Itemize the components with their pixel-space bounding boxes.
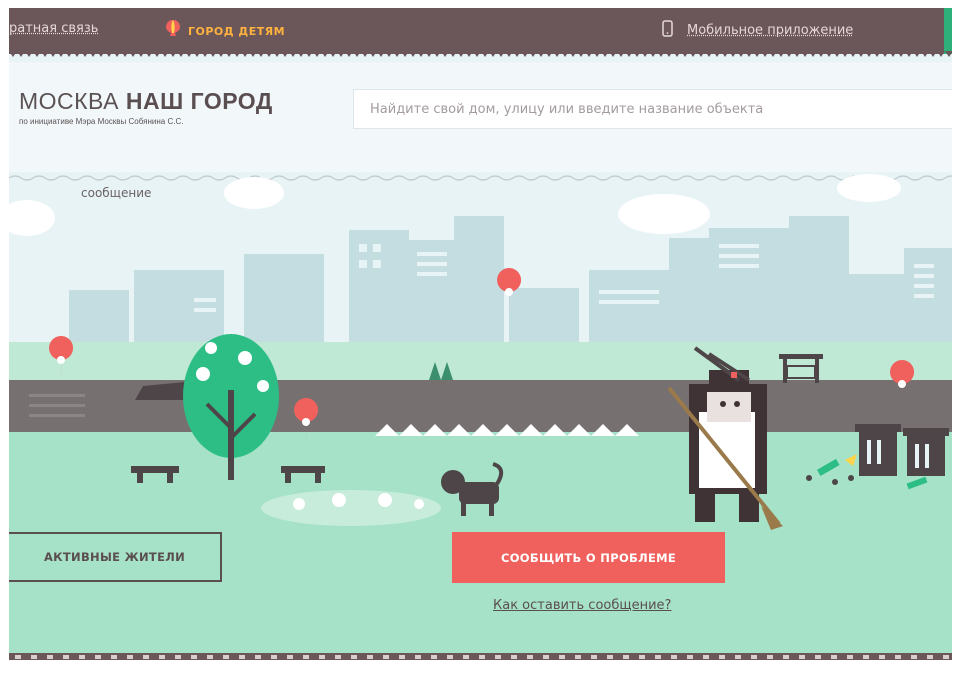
border-dot xyxy=(543,655,549,659)
cloud xyxy=(837,174,901,202)
border-dot xyxy=(15,655,21,659)
border-dot xyxy=(895,655,901,659)
border-dot xyxy=(223,655,229,659)
border-dot xyxy=(351,655,357,659)
border-dot xyxy=(383,655,389,659)
balloon-icon xyxy=(166,20,180,42)
border-dot xyxy=(463,655,469,659)
border-dot xyxy=(271,655,277,659)
border-dot xyxy=(367,655,373,659)
border-dot xyxy=(799,655,805,659)
topbar-zigzag xyxy=(9,51,952,57)
border-dot xyxy=(319,655,325,659)
border-dot xyxy=(47,655,53,659)
border-dot xyxy=(287,655,293,659)
border-dot xyxy=(687,655,693,659)
border-dot xyxy=(207,655,213,659)
flowerbed xyxy=(261,490,441,526)
border-dot xyxy=(335,655,341,659)
border-dot xyxy=(239,655,245,659)
border-dot xyxy=(863,655,869,659)
border-dot xyxy=(175,655,181,659)
search-input[interactable] xyxy=(354,90,952,128)
border-dot xyxy=(495,655,501,659)
border-dot xyxy=(847,655,853,659)
report-problem-button[interactable]: СООБЩИТЬ О ПРОБЛЕМЕ xyxy=(452,532,725,583)
border-dot xyxy=(639,655,645,659)
border-dot xyxy=(671,655,677,659)
border-dot xyxy=(623,655,629,659)
border-dot xyxy=(943,655,949,659)
site-header: МОСКВА НАШ ГОРОД по инициативе Мэра Моск… xyxy=(9,62,952,172)
border-dot xyxy=(399,655,405,659)
border-dot xyxy=(527,655,533,659)
border-dot xyxy=(95,655,101,659)
border-dot xyxy=(879,655,885,659)
border-dot xyxy=(927,655,933,659)
bottom-border xyxy=(9,653,952,660)
border-dot xyxy=(479,655,485,659)
border-dot xyxy=(575,655,581,659)
top-bar: ратная связь ГОРОД ДЕТЯМ Мобильное прило… xyxy=(9,8,952,57)
border-dot xyxy=(815,655,821,659)
logo-title: МОСКВА НАШ ГОРОД xyxy=(19,88,273,114)
how-to-report-link[interactable]: Как оставить сообщение? xyxy=(493,598,671,613)
accent-strip xyxy=(944,8,952,54)
border-dot xyxy=(79,655,85,659)
border-dot xyxy=(751,655,757,659)
border-dot xyxy=(159,655,165,659)
border-dot xyxy=(559,655,565,659)
page-frame: ратная связь ГОРОД ДЕТЯМ Мобильное прило… xyxy=(9,8,952,660)
border-dot xyxy=(911,655,917,659)
active-residents-button[interactable]: АКТИВНЫЕ ЖИТЕЛИ xyxy=(9,532,222,582)
search-box xyxy=(353,89,952,129)
border-dot xyxy=(703,655,709,659)
cloud xyxy=(618,194,710,234)
border-dot xyxy=(127,655,133,659)
border-dot xyxy=(415,655,421,659)
border-dot xyxy=(735,655,741,659)
border-dot xyxy=(63,655,69,659)
border-dot xyxy=(431,655,437,659)
border-dot xyxy=(255,655,261,659)
border-dot xyxy=(767,655,773,659)
logo-subtitle: по инициативе Мэра Москвы Собянина С.С. xyxy=(19,117,184,126)
border-dot xyxy=(143,655,149,659)
feedback-link[interactable]: ратная связь xyxy=(9,21,98,36)
mobile-app-label: Мобильное приложение xyxy=(687,23,854,38)
border-dot xyxy=(111,655,117,659)
kids-city-label: ГОРОД ДЕТЯМ xyxy=(188,24,286,38)
site-logo[interactable]: МОСКВА НАШ ГОРОД по инициативе Мэра Моск… xyxy=(19,88,273,126)
city-illustration xyxy=(9,172,952,660)
border-dot xyxy=(591,655,597,659)
border-dot xyxy=(511,655,517,659)
mobile-app-link[interactable]: Мобильное приложение xyxy=(662,20,853,41)
message-label: сообщение xyxy=(81,186,152,200)
border-dot xyxy=(191,655,197,659)
border-dot xyxy=(655,655,661,659)
border-dot xyxy=(31,655,37,659)
kids-city-link[interactable]: ГОРОД ДЕТЯМ xyxy=(166,20,285,42)
border-dot xyxy=(831,655,837,659)
border-dot xyxy=(607,655,613,659)
border-dot xyxy=(719,655,725,659)
border-dot xyxy=(783,655,789,659)
border-dot xyxy=(447,655,453,659)
border-dot xyxy=(303,655,309,659)
phone-icon xyxy=(662,20,673,41)
cloud xyxy=(224,177,284,209)
